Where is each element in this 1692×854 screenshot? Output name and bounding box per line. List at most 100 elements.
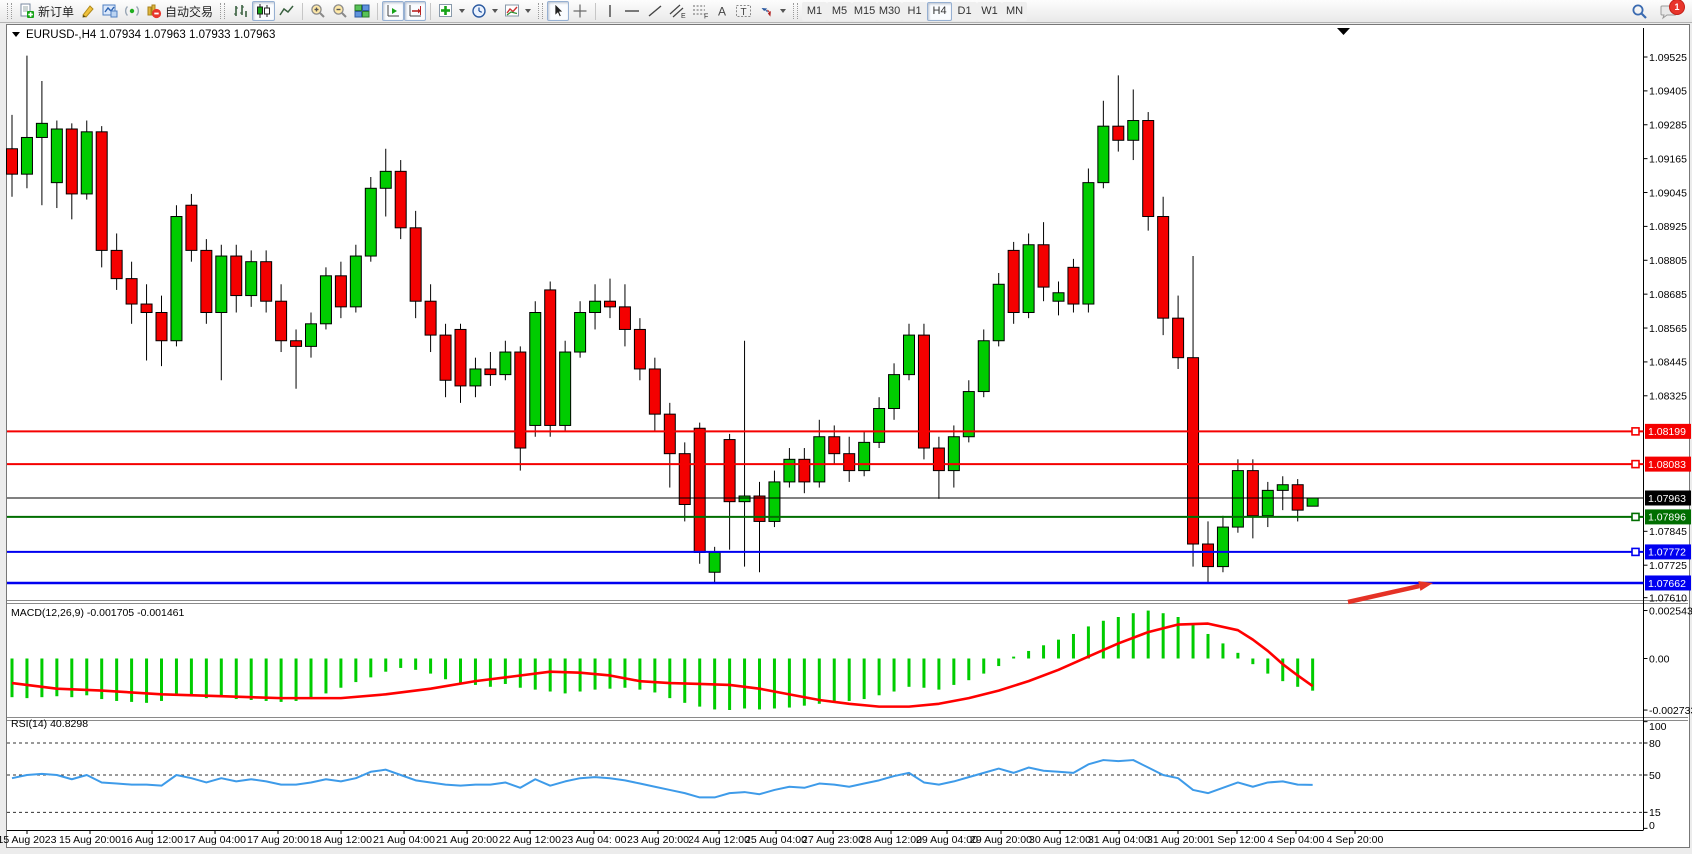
candlestick-chart-type-button[interactable] <box>252 1 275 21</box>
candle-body[interactable] <box>66 129 77 194</box>
line-handle-marker[interactable] <box>1632 428 1639 435</box>
candle-body[interactable] <box>1128 121 1139 141</box>
candle-body[interactable] <box>664 414 675 454</box>
candle-body[interactable] <box>1307 498 1318 506</box>
text-label-tool-button[interactable]: T <box>732 1 756 21</box>
candle-body[interactable] <box>829 437 840 454</box>
candle-body[interactable] <box>904 335 915 375</box>
candle-body[interactable] <box>1203 544 1214 567</box>
candle-body[interactable] <box>1232 471 1243 527</box>
arrows-tool-button[interactable] <box>756 1 789 21</box>
timeframe-m1-button[interactable]: M1 <box>802 2 827 21</box>
timeframe-m15-button[interactable]: M15 <box>852 2 877 21</box>
bar-chart-type-button[interactable] <box>229 1 252 21</box>
candle-body[interactable] <box>51 129 62 183</box>
candle-body[interactable] <box>335 276 346 307</box>
candle-body[interactable] <box>395 171 406 227</box>
metaeditor-button[interactable] <box>77 1 99 21</box>
candle-body[interactable] <box>1098 126 1109 182</box>
candle-body[interactable] <box>1053 293 1064 301</box>
chart-canvas[interactable]: 1.081991.080831.079631.078961.077721.076… <box>0 24 1692 854</box>
candle-body[interactable] <box>1262 490 1273 515</box>
candle-body[interactable] <box>216 256 227 312</box>
candle-body[interactable] <box>933 448 944 471</box>
toolbar-grip[interactable] <box>793 3 798 19</box>
candle-body[interactable] <box>560 352 571 425</box>
candle-body[interactable] <box>1008 250 1019 312</box>
candle-body[interactable] <box>485 369 496 375</box>
candle-body[interactable] <box>440 335 451 380</box>
candle-body[interactable] <box>694 428 705 552</box>
candle-body[interactable] <box>1247 471 1258 516</box>
candle-body[interactable] <box>874 408 885 442</box>
candle-body[interactable] <box>784 459 795 482</box>
candle-body[interactable] <box>634 329 645 369</box>
candle-body[interactable] <box>545 290 556 426</box>
candle-body[interactable] <box>1173 318 1184 358</box>
timeframe-h1-button[interactable]: H1 <box>902 2 927 21</box>
zoom-in-button[interactable] <box>307 1 329 21</box>
search-button[interactable] <box>1628 1 1651 21</box>
signals-button[interactable] <box>121 1 143 21</box>
candle-body[interactable] <box>859 442 870 470</box>
candle-body[interactable] <box>1023 245 1034 313</box>
candle-body[interactable] <box>724 440 735 502</box>
candle-body[interactable] <box>320 276 331 324</box>
autotrading-button[interactable]: 自动交易 <box>143 1 216 21</box>
candle-body[interactable] <box>350 256 361 307</box>
candle-body[interactable] <box>530 313 541 426</box>
candle-body[interactable] <box>500 352 511 375</box>
candle-body[interactable] <box>605 301 616 307</box>
candle-body[interactable] <box>246 262 257 296</box>
line-handle-marker[interactable] <box>1632 548 1639 555</box>
candle-body[interactable] <box>679 454 690 505</box>
candle-body[interactable] <box>1143 121 1154 217</box>
candle-body[interactable] <box>649 369 660 414</box>
chat-button[interactable]: 1 <box>1657 1 1681 21</box>
candle-body[interactable] <box>978 341 989 392</box>
candle-body[interactable] <box>619 307 630 330</box>
indicators-dropdown-caret[interactable] <box>459 9 465 13</box>
candle-body[interactable] <box>1038 245 1049 287</box>
terminal-button[interactable] <box>99 1 121 21</box>
candle-body[interactable] <box>156 313 167 341</box>
toolbar-grip[interactable] <box>220 3 225 19</box>
timeframe-m5-button[interactable]: M5 <box>827 2 852 21</box>
candle-body[interactable] <box>96 132 107 251</box>
templates-dropdown-caret[interactable] <box>525 9 531 13</box>
candle-body[interactable] <box>709 552 720 572</box>
periods-button[interactable] <box>468 1 501 21</box>
candle-body[interactable] <box>814 437 825 482</box>
candle-body[interactable] <box>365 188 376 256</box>
periods-dropdown-caret[interactable] <box>492 9 498 13</box>
candle-body[interactable] <box>515 352 526 448</box>
candle-body[interactable] <box>1292 485 1303 510</box>
candle-body[interactable] <box>1158 217 1169 319</box>
candle-body[interactable] <box>1277 485 1288 491</box>
candle-body[interactable] <box>291 341 302 347</box>
timeframe-w1-button[interactable]: W1 <box>977 2 1002 21</box>
candle-body[interactable] <box>470 369 481 386</box>
candle-body[interactable] <box>380 171 391 188</box>
new-order-button[interactable]: 新订单 <box>16 1 77 21</box>
candle-body[interactable] <box>231 256 242 296</box>
candle-body[interactable] <box>993 284 1004 340</box>
candle-body[interactable] <box>575 313 586 353</box>
candle-body[interactable] <box>201 250 212 312</box>
toolbar-grip[interactable] <box>538 3 543 19</box>
candle-body[interactable] <box>171 217 182 341</box>
candle-body[interactable] <box>276 301 287 341</box>
text-tool-button[interactable]: A <box>712 1 732 21</box>
indicators-button[interactable] <box>435 1 468 21</box>
candle-body[interactable] <box>799 459 810 482</box>
candle-body[interactable] <box>36 123 47 137</box>
candle-body[interactable] <box>306 324 317 347</box>
timeframe-d1-button[interactable]: D1 <box>952 2 977 21</box>
timeframe-h4-button[interactable]: H4 <box>927 2 952 21</box>
candle-body[interactable] <box>1113 126 1124 140</box>
candle-body[interactable] <box>1068 267 1079 304</box>
candle-body[interactable] <box>963 392 974 437</box>
toolbar-grip[interactable] <box>7 3 12 19</box>
candle-body[interactable] <box>141 304 152 312</box>
auto-scroll-button[interactable] <box>382 1 404 21</box>
